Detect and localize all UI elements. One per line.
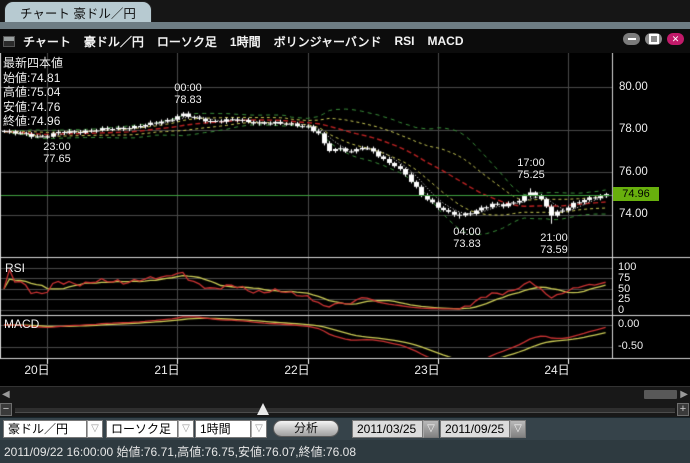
status-bar: 2011/09/22 16:00:00 始値:76.71,高値:76.75,安値… [0, 440, 690, 463]
chart-window-icon [3, 36, 15, 47]
zoom-in-button[interactable]: + [677, 403, 689, 416]
toolbar-item-bollinger: ボリンジャーバンド [274, 33, 382, 50]
chart-app-window: チャート 豪ドル／円 チャート 豪ドル／円 ローソク足 1時間 ボリンジャーバン… [0, 0, 690, 463]
scroll-right-icon[interactable]: ▶ [680, 389, 688, 400]
date-from-arrow-icon[interactable]: ▽ [423, 420, 439, 438]
maximize-button[interactable] [645, 33, 662, 45]
tab-chart-audjpy[interactable]: チャート 豪ドル／円 [4, 1, 152, 23]
candletype-select-arrow-icon[interactable]: ▽ [178, 420, 194, 438]
close-button[interactable]: ✕ [667, 33, 684, 45]
toolbar-item-pair: 豪ドル／円 [84, 33, 144, 50]
tab-strip-divider [0, 22, 690, 29]
pair-select[interactable]: 豪ドル／円 [3, 420, 87, 438]
toolbar-item-chart: チャート [23, 33, 71, 50]
close-icon: ✕ [672, 35, 680, 44]
zoom-out-button[interactable]: − [0, 403, 12, 416]
toolbar-item-candletype: ローソク足 [157, 33, 217, 50]
chart-scrollbar[interactable]: ◀ ▶ [0, 386, 690, 403]
scrollbar-thumb[interactable] [644, 390, 677, 399]
chart-toolbar: チャート 豪ドル／円 ローソク足 1時間 ボリンジャーバンド RSI MACD [0, 29, 690, 53]
tab-bar: チャート 豪ドル／円 [0, 0, 690, 22]
window-buttons: ✕ [623, 33, 684, 45]
maximize-icon [649, 34, 659, 44]
chart-canvas[interactable] [0, 53, 690, 386]
date-to-arrow-icon[interactable]: ▽ [510, 420, 526, 438]
zoom-slider-row: − + [0, 402, 690, 417]
minimize-button[interactable] [623, 33, 640, 45]
tab-label: チャート 豪ドル／円 [20, 3, 136, 22]
date-from-select[interactable]: 2011/03/25 [352, 420, 423, 438]
toolbar-item-rsi: RSI [395, 34, 415, 48]
zoom-slider-track[interactable] [15, 408, 675, 413]
zoom-slider-thumb[interactable] [257, 403, 269, 415]
minimize-icon [628, 38, 636, 40]
current-price-tag: 74.96 [613, 187, 659, 201]
toolbar-item-macd: MACD [428, 34, 464, 48]
toolbar-item-interval: 1時間 [230, 33, 261, 50]
analyze-button[interactable]: 分析 [273, 420, 339, 437]
controls-row: 豪ドル／円 ▽ ローソク足 ▽ 1時間 ▽ 分析 2011/03/25 ▽ 20… [0, 417, 690, 441]
status-text: 2011/09/22 16:00:00 始値:76.71,高値:76.75,安値… [4, 443, 356, 460]
scroll-left-icon[interactable]: ◀ [2, 389, 10, 400]
date-to-select[interactable]: 2011/09/25 [440, 420, 510, 438]
pair-select-arrow-icon[interactable]: ▽ [87, 420, 103, 438]
interval-select[interactable]: 1時間 [195, 420, 251, 438]
interval-select-arrow-icon[interactable]: ▽ [251, 420, 267, 438]
candletype-select[interactable]: ローソク足 [106, 420, 178, 438]
